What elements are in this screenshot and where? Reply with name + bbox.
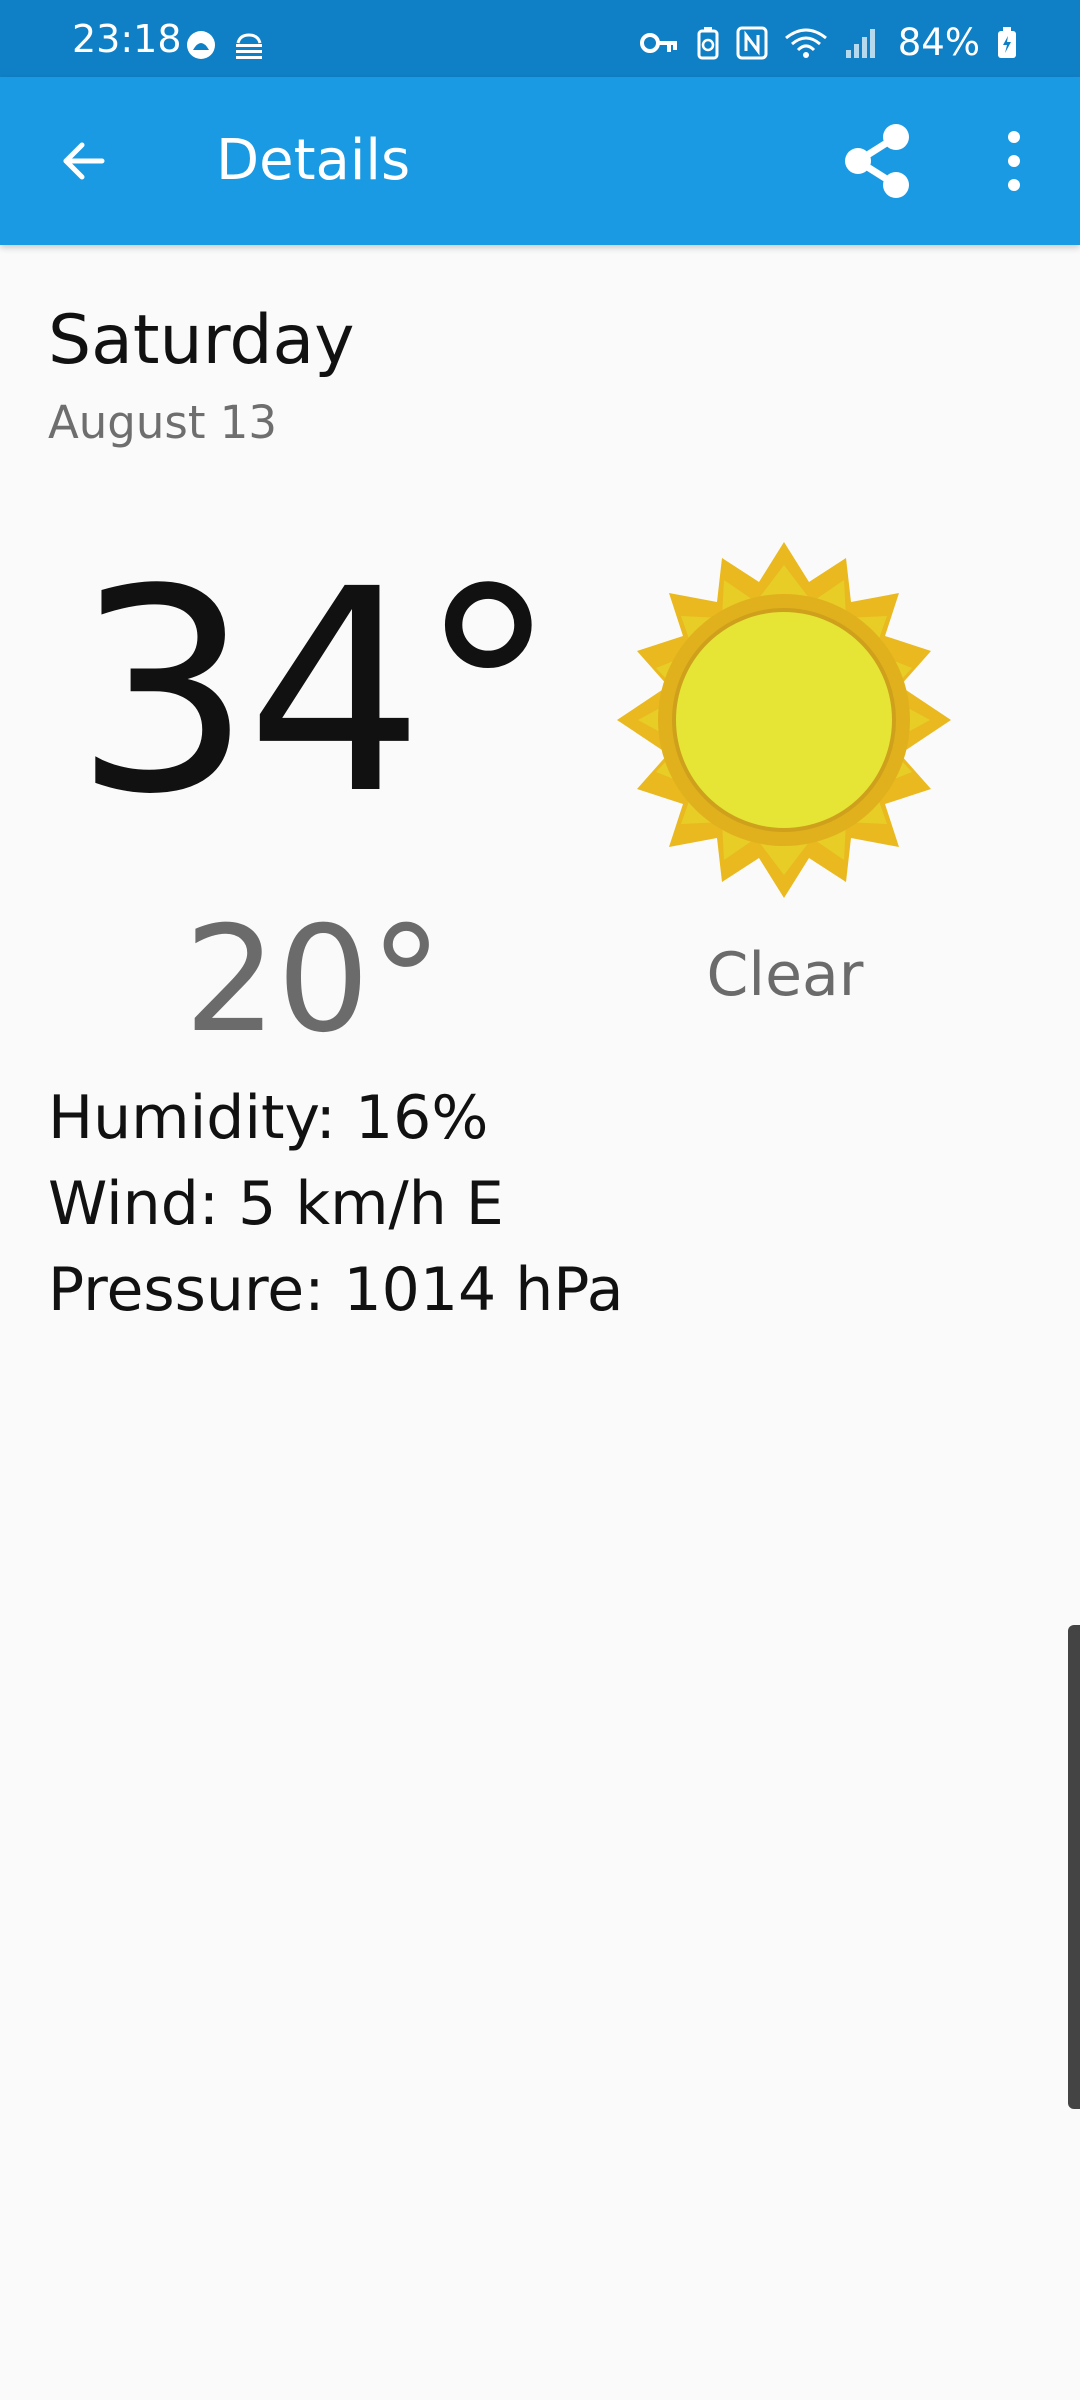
arrow-back-icon[interactable] (52, 129, 116, 193)
signal-icon (845, 28, 875, 58)
wifi-icon (784, 28, 827, 58)
low-temperature: 20° (184, 895, 443, 1065)
humidity-text: Humidity: 16% (48, 1083, 489, 1153)
battery-icon (998, 26, 1016, 58)
sun-icon (617, 542, 951, 898)
app-dot-icon (187, 31, 215, 59)
key-icon (639, 32, 677, 53)
nfc-icon (736, 26, 768, 59)
status-time: 23:18 (72, 17, 182, 61)
status-bar: 23:18 84% (0, 0, 1080, 77)
app-bar: Details (0, 77, 1080, 245)
pressure-text: Pressure: 1014 hPa (48, 1255, 624, 1325)
scrollbar[interactable] (1068, 1625, 1080, 2109)
date-text: August 13 (48, 396, 278, 449)
share-icon[interactable] (836, 119, 916, 203)
battery-saver-icon (697, 26, 719, 59)
wind-text: Wind: 5 km/h E (48, 1169, 504, 1239)
high-temperature: 34° (74, 530, 558, 856)
status-left-icons (184, 28, 268, 62)
more-vert-icon[interactable] (990, 125, 1038, 197)
battery-percent: 84% (897, 21, 980, 64)
condition-text: Clear (706, 940, 864, 1010)
day-name: Saturday (48, 301, 355, 380)
cloud-icon (236, 33, 262, 59)
forecast-detail: Saturday August 13 34° 20° Clear Humidit… (0, 245, 1080, 2400)
page-title: Details (216, 128, 411, 193)
status-right-icons: 84% (639, 21, 1018, 64)
